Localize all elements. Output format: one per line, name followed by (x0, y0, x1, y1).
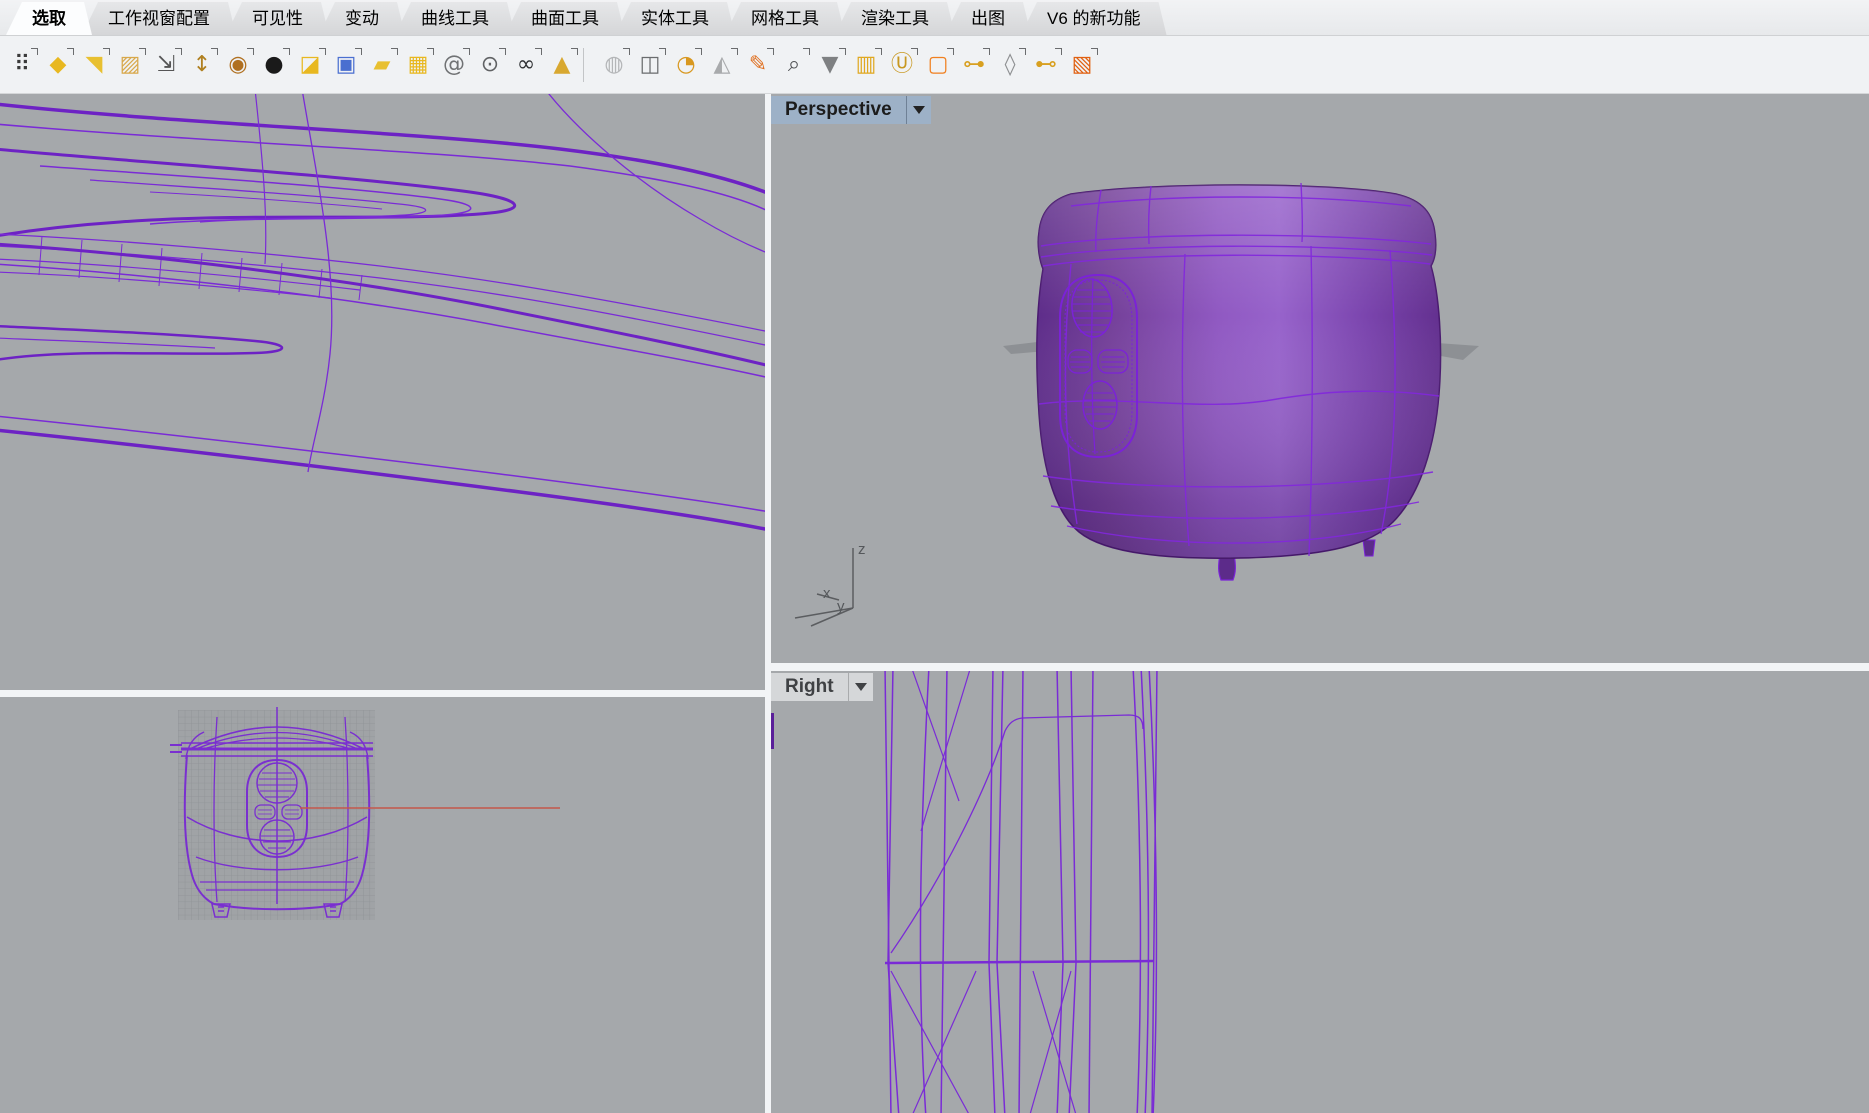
tab-8[interactable]: 渲染工具 (835, 2, 955, 35)
orange-cube-icon[interactable]: ▧ (1064, 45, 1100, 85)
wireframe-curves (0, 94, 765, 690)
main-toolbar: ⠿◆◥▨⇲↕◉●◪▣▰▦@⊙∞▲ ◍◫◔◭✎⌕▼▥Ⓤ▢⊶◊⊷▧ (0, 36, 1869, 94)
key-icon[interactable]: ⊶ (956, 45, 992, 85)
fence-select-icon[interactable]: ▥ (848, 45, 884, 85)
tab-10[interactable]: V6 的新功能 (1021, 2, 1167, 35)
select-sphere-gray-icon[interactable]: ◍ (596, 45, 632, 85)
model-3d-shaded: z x y (771, 94, 1869, 663)
select-sphere-icon[interactable]: ● (256, 45, 292, 85)
viewport-title-perspective[interactable]: Perspective (771, 96, 931, 124)
chevron-down-icon (855, 683, 867, 691)
select-polysurface-icon[interactable]: ▦ (400, 45, 436, 85)
axis-y-label: y (837, 598, 845, 615)
magnifier-icon[interactable]: ⌕ (776, 45, 812, 85)
viewport-menu-arrow[interactable] (848, 673, 873, 701)
select-open-surface-icon[interactable]: ◪ (292, 45, 328, 85)
viewport-title-text[interactable]: Right (771, 673, 848, 701)
tag-icon[interactable]: ◊ (992, 45, 1028, 85)
select-point-cloud-icon[interactable]: ⊙ (472, 45, 508, 85)
tab-5[interactable]: 曲面工具 (505, 2, 625, 35)
tab-2[interactable]: 可见性 (226, 2, 329, 35)
drag-mode-icon[interactable]: ↕ (184, 45, 220, 85)
tab-bar: 选取工作视窗配置可见性变动曲线工具曲面工具实体工具网格工具渲染工具出图V6 的新… (0, 0, 1869, 36)
viewport-title-text[interactable]: Perspective (771, 96, 906, 124)
tab-4[interactable]: 曲线工具 (395, 2, 515, 35)
filter-icon[interactable]: ▼ (812, 45, 848, 85)
model-right-wireframe (771, 671, 1869, 1113)
select-marquee-icon[interactable]: ▣ (328, 45, 364, 85)
toolbar-divider (583, 48, 593, 82)
axis-z-label: z (858, 541, 866, 558)
viewport-front[interactable] (0, 697, 765, 1113)
viewport-area: Perspective (0, 94, 1869, 1113)
tab-0[interactable]: 选取 (6, 2, 92, 35)
lasso-select-icon[interactable]: ◥ (76, 45, 112, 85)
move-points-icon[interactable]: ⇲ (148, 45, 184, 85)
select-objects-icon[interactable]: ◆ (40, 45, 76, 85)
chevron-down-icon (913, 106, 925, 114)
key-sparkle-icon[interactable]: ⊷ (1028, 45, 1064, 85)
viewport-top-left[interactable] (0, 94, 765, 690)
axis-x-label: x (823, 585, 831, 602)
tab-3[interactable]: 变动 (319, 2, 405, 35)
select-box-wire-icon[interactable]: ◫ (632, 45, 668, 85)
select-small-objects-icon[interactable]: ◭ (704, 45, 740, 85)
select-uv-icon[interactable]: Ⓤ (884, 45, 920, 85)
select-chain-icon[interactable]: ∞ (508, 45, 544, 85)
viewport-menu-arrow[interactable] (906, 96, 931, 124)
viewport-title-right[interactable]: Right (771, 673, 873, 701)
points-grid-icon[interactable]: ⠿ (4, 45, 40, 85)
model-front-wireframe (0, 697, 765, 1113)
select-by-color-icon[interactable]: ◉ (220, 45, 256, 85)
select-solid-icon[interactable]: ▲ (544, 45, 580, 85)
tab-9[interactable]: 出图 (945, 2, 1031, 35)
tab-7[interactable]: 网格工具 (725, 2, 845, 35)
select-shapes-icon[interactable]: ◔ (668, 45, 704, 85)
overlap-hatch-select-icon[interactable]: ▨ (112, 45, 148, 85)
brush-icon[interactable]: ✎ (740, 45, 776, 85)
viewport-right[interactable]: Right (771, 671, 1869, 1113)
viewport-perspective[interactable]: Perspective (771, 94, 1869, 663)
select-surface-icon[interactable]: ▰ (364, 45, 400, 85)
select-curve-spiral-icon[interactable]: @ (436, 45, 472, 85)
highlight-box-icon[interactable]: ▢ (920, 45, 956, 85)
tab-6[interactable]: 实体工具 (615, 2, 735, 35)
tab-1[interactable]: 工作视窗配置 (82, 2, 236, 35)
